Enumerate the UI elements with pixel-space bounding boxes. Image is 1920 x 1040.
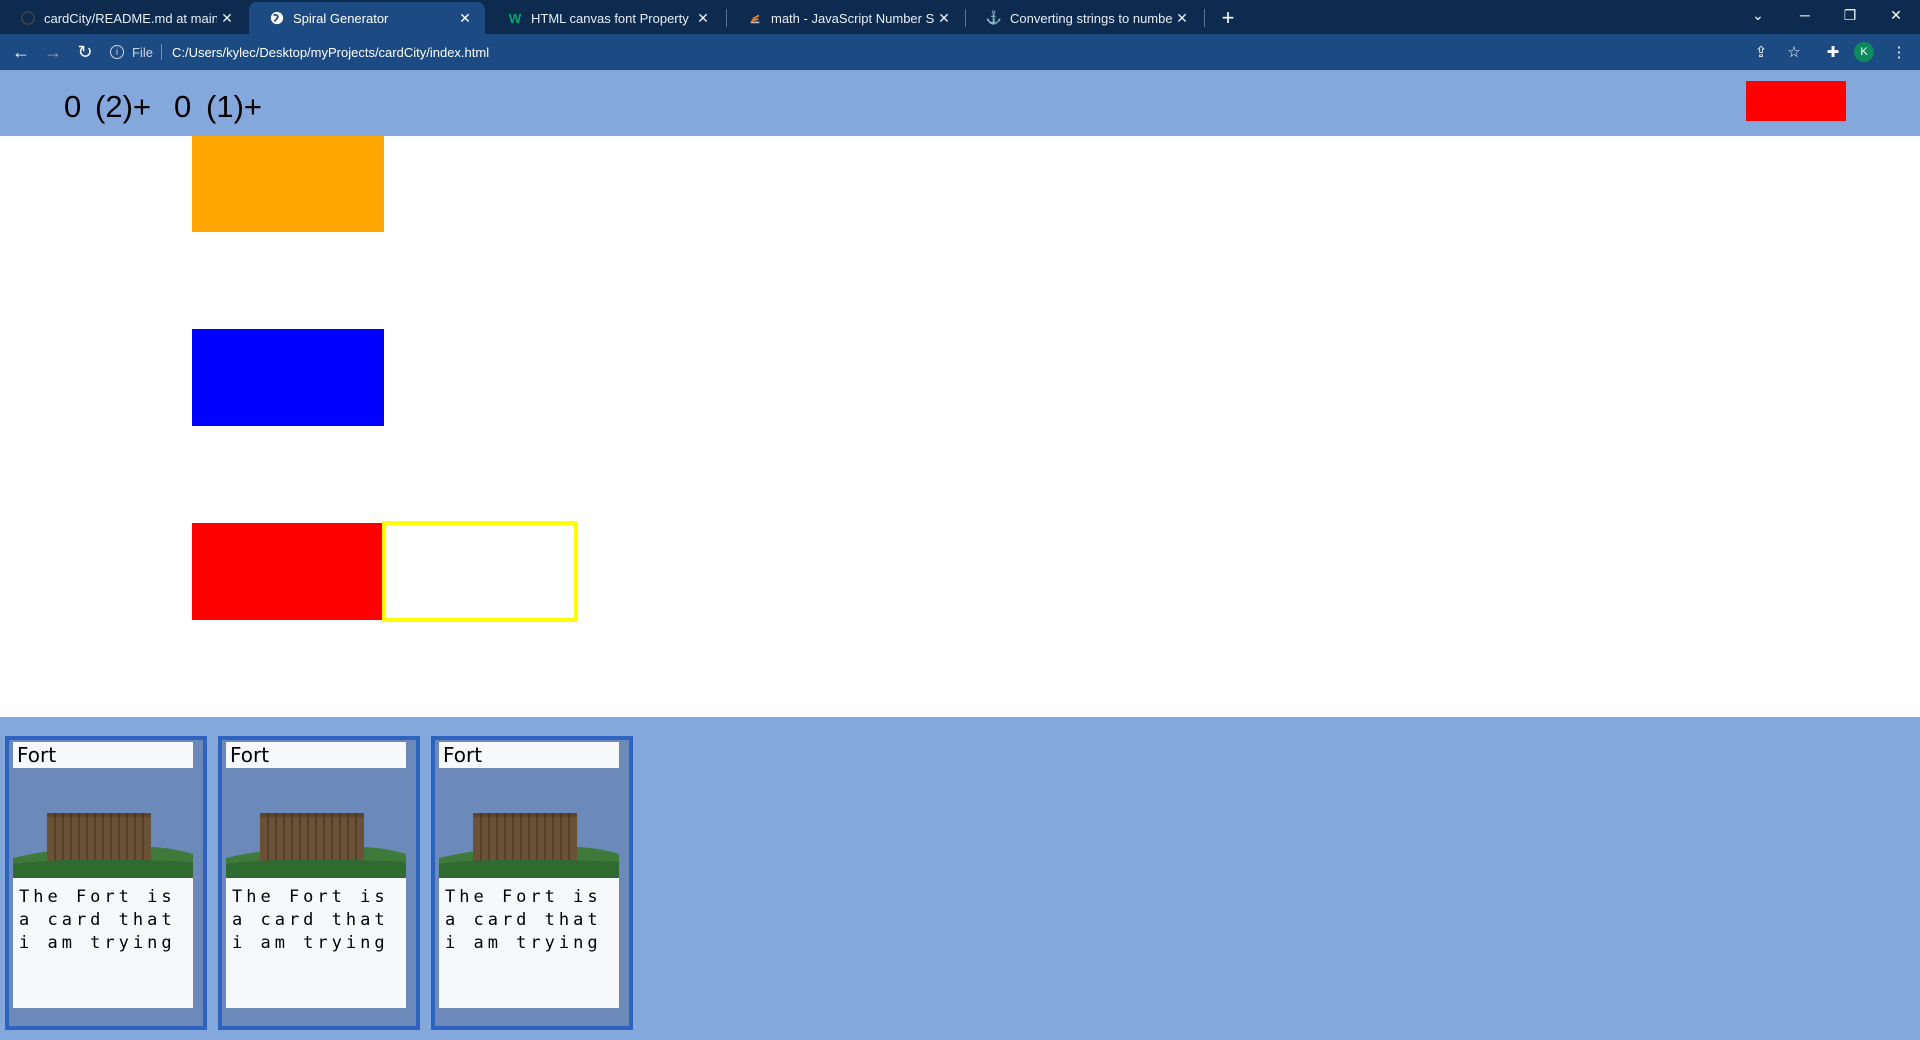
end-turn-button[interactable] [1746, 81, 1846, 121]
resource-2-rate: (1)+ [206, 89, 262, 124]
card-description: The Fort is a card that i am trying [226, 878, 406, 1008]
browser-toolbar: ← → ↻ i File C:/Users/kylec/Desktop/myPr… [0, 34, 1920, 70]
share-icon[interactable]: ⇪ [1748, 39, 1774, 65]
game-page: 0 (2)+ 0 (1)+ Fort The Fort is a card th… [0, 70, 1920, 1040]
browser-tab-strip: cardCity/README.md at main · K ✕ Spiral … [0, 0, 1920, 34]
close-icon[interactable]: ✕ [934, 10, 954, 27]
browser-tab[interactable]: math - JavaScript Number Split in ✕ [727, 2, 964, 34]
back-icon[interactable]: ← [8, 39, 34, 65]
browser-tab-active[interactable]: Spiral Generator ✕ [249, 2, 485, 34]
forward-icon[interactable]: → [40, 39, 66, 65]
tab-title: Converting strings to numbers w [1010, 10, 1172, 26]
anchor-icon: ⚓ [985, 10, 1003, 25]
tab-divider [1204, 9, 1205, 27]
board-slot-red[interactable] [192, 523, 384, 620]
card-title: Fort [439, 742, 619, 768]
fort-illustration [439, 768, 619, 878]
board-slot-blue[interactable] [192, 329, 384, 426]
resource-1-value: 0 [64, 89, 82, 124]
board-slot-highlighted[interactable] [382, 521, 578, 622]
card-hand: Fort The Fort is a card that i am trying… [0, 717, 1920, 1040]
browser-tab[interactable]: ⚓ Converting strings to numbers w ✕ [966, 2, 1202, 34]
restore-icon[interactable]: ❐ [1827, 0, 1873, 30]
fort-illustration [13, 768, 193, 878]
info-icon[interactable]: i [110, 45, 124, 59]
browser-tab[interactable]: W HTML canvas font Property ✕ [487, 2, 723, 34]
github-icon [20, 10, 36, 26]
close-icon[interactable]: ✕ [217, 10, 237, 27]
tab-title: Spiral Generator [293, 10, 389, 26]
address-divider [160, 44, 162, 60]
close-icon[interactable]: ✕ [693, 10, 713, 27]
card-description: The Fort is a card that i am trying [439, 878, 619, 1008]
tab-search-icon[interactable]: ⌄ [1735, 0, 1781, 30]
stackoverflow-icon [747, 10, 763, 26]
card-fort[interactable]: Fort The Fort is a card that i am trying [218, 736, 420, 1030]
new-tab-icon[interactable]: + [1214, 4, 1242, 32]
resource-bar: 0 (2)+ 0 (1)+ [0, 70, 1920, 136]
reload-icon[interactable]: ↻ [72, 39, 98, 65]
extensions-icon[interactable]: ✚ [1820, 39, 1846, 65]
menu-icon[interactable]: ⋮ [1886, 39, 1912, 65]
card-fort[interactable]: Fort The Fort is a card that i am trying [5, 736, 207, 1030]
profile-avatar[interactable]: K [1854, 42, 1874, 62]
card-title: Fort [13, 742, 193, 768]
tab-title: math - JavaScript Number Split in [771, 10, 934, 26]
address-scheme: File [132, 44, 153, 60]
tab-title: HTML canvas font Property [531, 10, 689, 26]
bookmark-star-icon[interactable]: ☆ [1781, 39, 1807, 65]
w3schools-icon: W [508, 10, 522, 26]
globe-icon [269, 10, 285, 26]
address-bar[interactable]: i File C:/Users/kylec/Desktop/myProjects… [110, 38, 1750, 66]
close-icon[interactable]: ✕ [1172, 10, 1192, 27]
minimize-icon[interactable]: ─ [1782, 0, 1828, 30]
close-icon[interactable]: ✕ [455, 10, 475, 27]
card-description: The Fort is a card that i am trying [13, 878, 193, 1008]
tab-title: cardCity/README.md at main · K [44, 10, 217, 26]
resource-1-rate: (2)+ [95, 89, 151, 124]
fort-illustration [226, 768, 406, 878]
card-title: Fort [226, 742, 406, 768]
resource-2-value: 0 [174, 89, 192, 124]
board-slot-orange[interactable] [192, 136, 384, 232]
browser-tab[interactable]: cardCity/README.md at main · K ✕ [0, 2, 247, 34]
card-fort[interactable]: Fort The Fort is a card that i am trying [431, 736, 633, 1030]
window-close-icon[interactable]: ✕ [1873, 0, 1919, 30]
address-url: C:/Users/kylec/Desktop/myProjects/cardCi… [171, 44, 490, 60]
